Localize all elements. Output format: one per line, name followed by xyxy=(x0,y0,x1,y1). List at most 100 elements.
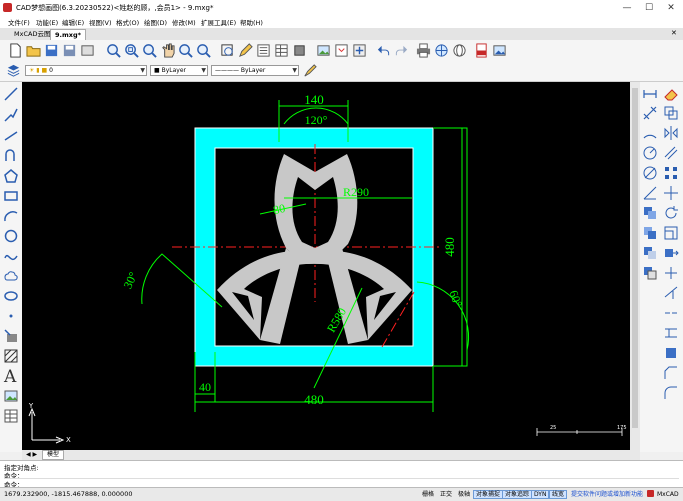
layers-stack-icon[interactable] xyxy=(642,205,658,221)
dim-angular-icon[interactable] xyxy=(642,185,658,201)
toggle-polar[interactable]: 极轴 xyxy=(456,490,472,499)
dim-aligned-icon[interactable] xyxy=(642,105,658,121)
stretch-icon[interactable] xyxy=(663,245,679,261)
drawing-canvas[interactable]: 140 120° R290 80 480 30° 60° R580 40 480… xyxy=(22,82,640,450)
point-tool-icon[interactable] xyxy=(3,308,19,324)
trim-icon[interactable] xyxy=(663,265,679,281)
zoom-window-icon[interactable] xyxy=(124,43,139,58)
minimize-button[interactable]: — xyxy=(616,0,638,16)
zoom-previous-icon[interactable] xyxy=(178,43,193,58)
rotate-icon[interactable] xyxy=(663,205,679,221)
copy-icon[interactable] xyxy=(663,105,679,121)
mirror-icon[interactable] xyxy=(663,125,679,141)
block-icon[interactable] xyxy=(292,43,307,58)
maximize-button[interactable]: ☐ xyxy=(638,0,660,16)
list-properties-icon[interactable] xyxy=(256,43,271,58)
extend-icon[interactable] xyxy=(663,285,679,301)
line-tool-icon[interactable] xyxy=(3,86,19,102)
toggle-grid[interactable]: 栅格 xyxy=(420,490,436,499)
globe-icon[interactable] xyxy=(434,43,449,58)
table-icon[interactable] xyxy=(274,43,289,58)
vertical-scrollbar[interactable] xyxy=(630,82,640,450)
draw-order-front-icon[interactable] xyxy=(642,225,658,241)
table-tool-icon[interactable] xyxy=(3,408,19,424)
arc-polyline-icon[interactable] xyxy=(3,148,19,164)
toggle-ortho[interactable]: 正交 xyxy=(438,490,454,499)
undo-icon[interactable] xyxy=(376,43,391,58)
dim-arc-icon[interactable] xyxy=(642,125,658,141)
layer-select[interactable]: ☀ ▮ ■ 0 ▼ xyxy=(25,65,147,76)
spline-tool-icon[interactable] xyxy=(3,248,19,264)
move-icon[interactable] xyxy=(663,185,679,201)
zoom-realtime-icon[interactable] xyxy=(196,43,211,58)
insert-block-icon[interactable] xyxy=(3,328,19,344)
zoom-extents-icon[interactable] xyxy=(142,43,157,58)
hatch-tool-icon[interactable] xyxy=(3,348,19,364)
print-preview-icon[interactable] xyxy=(80,43,95,58)
break-icon[interactable] xyxy=(663,305,679,321)
arc-tool-icon[interactable] xyxy=(3,208,19,224)
revision-cloud-icon[interactable] xyxy=(3,268,19,284)
toggle-object-snap[interactable]: 对象捕捉 xyxy=(473,490,504,499)
text-tool-icon[interactable]: A xyxy=(4,367,16,387)
dim-linear-icon[interactable] xyxy=(642,86,658,102)
xline-tool-icon[interactable] xyxy=(3,128,19,144)
pencil-edit-icon[interactable] xyxy=(238,43,253,58)
toggle-dyn[interactable]: DYN xyxy=(531,490,550,499)
horizontal-scrollbar[interactable]: ◀ ▶ 模型 xyxy=(22,450,640,460)
zoom-icon[interactable] xyxy=(106,43,121,58)
print-icon[interactable] xyxy=(416,43,431,58)
join-icon[interactable] xyxy=(663,325,679,341)
match-properties-brush-icon[interactable] xyxy=(302,63,317,78)
tab-mxcad-cloud[interactable]: MxCAD云图 xyxy=(10,29,54,40)
menu-draw[interactable]: 绘图(D) xyxy=(144,17,167,27)
close-tab-icon[interactable]: ✕ xyxy=(671,29,677,37)
insert-icon[interactable] xyxy=(352,43,367,58)
image-icon[interactable] xyxy=(316,43,331,58)
menu-edit[interactable]: 编辑(E) xyxy=(62,17,84,27)
toggle-lineweight[interactable]: 线宽 xyxy=(549,490,568,499)
scale-icon[interactable] xyxy=(663,225,679,241)
menu-extension-tools[interactable]: 扩展工具(E) xyxy=(201,17,236,27)
menu-help[interactable]: 帮助(H) xyxy=(240,17,263,27)
model-tab[interactable]: 模型 xyxy=(42,450,65,460)
polyline-tool-icon[interactable] xyxy=(3,107,19,123)
circle-tool-icon[interactable] xyxy=(3,228,19,244)
offset-icon[interactable] xyxy=(663,145,679,161)
new-file-icon[interactable] xyxy=(8,43,23,58)
image-export-icon[interactable] xyxy=(492,43,507,58)
web-globe-icon[interactable] xyxy=(452,43,467,58)
toggle-object-track[interactable]: 对象追踪 xyxy=(502,490,533,499)
linetype-select[interactable]: ———— ByLayer ▼ xyxy=(211,65,299,76)
chamfer-icon[interactable] xyxy=(663,365,679,381)
draw-order-back-icon[interactable] xyxy=(642,245,658,261)
menu-file[interactable]: 文件(F) xyxy=(8,17,30,27)
redo-icon[interactable] xyxy=(394,43,409,58)
eraser-icon[interactable] xyxy=(663,86,679,102)
color-select[interactable]: ■ ByLayer ▼ xyxy=(150,65,208,76)
pan-hand-icon[interactable] xyxy=(160,43,175,58)
feedback-link[interactable]: 提交软件问题或增加新功能 xyxy=(569,490,645,499)
layer-paste-icon[interactable] xyxy=(334,43,349,58)
draw-order-above-icon[interactable] xyxy=(642,265,658,281)
open-file-icon[interactable] xyxy=(26,43,41,58)
layer-manager-icon[interactable] xyxy=(6,63,21,78)
pdf-export-icon[interactable] xyxy=(474,43,489,58)
menu-function[interactable]: 功能(E) xyxy=(36,17,58,27)
scroll-left-arrows-icon[interactable]: ◀ ▶ xyxy=(26,451,37,458)
menu-modify[interactable]: 修改(M) xyxy=(172,17,196,27)
explode-icon[interactable] xyxy=(663,345,679,361)
raster-image-icon[interactable] xyxy=(3,388,19,404)
dim-radius-icon[interactable] xyxy=(642,145,658,161)
crop-icon[interactable] xyxy=(220,43,235,58)
rectangle-tool-icon[interactable] xyxy=(3,188,19,204)
close-window-button[interactable]: ✕ xyxy=(660,0,682,16)
array-icon[interactable] xyxy=(663,165,679,181)
save-as-icon[interactable] xyxy=(62,43,77,58)
polygon-tool-icon[interactable] xyxy=(3,168,19,184)
menu-format[interactable]: 格式(O) xyxy=(116,17,139,27)
vertical-scroll-thumb[interactable] xyxy=(632,88,638,428)
fillet-icon[interactable] xyxy=(663,385,679,401)
ellipse-tool-icon[interactable] xyxy=(3,288,19,304)
dim-diameter-icon[interactable] xyxy=(642,165,658,181)
